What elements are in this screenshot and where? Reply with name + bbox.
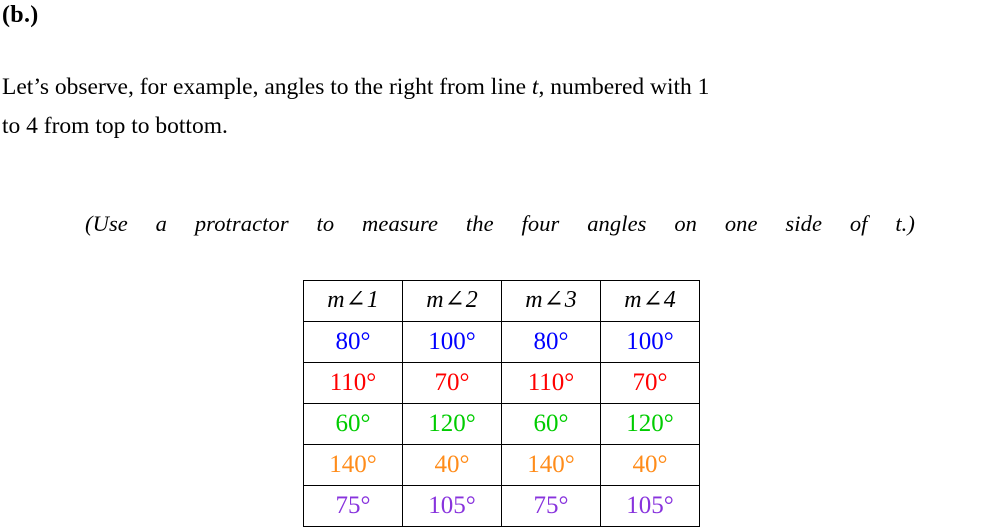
intro-paragraph: Let’s observe, for example, angles to th…: [2, 68, 995, 146]
part-label: (b.): [2, 2, 39, 28]
angle-cell[interactable]: 60°: [501, 403, 601, 445]
column-header-m-angle-1: m∠1: [303, 280, 403, 322]
angle-cell[interactable]: 100°: [402, 321, 502, 363]
angle-cell[interactable]: 60°: [303, 403, 403, 445]
column-header-m-angle-3: m∠3: [501, 280, 601, 322]
angle-symbol-icon-1: ∠: [345, 287, 366, 313]
header-n-3: 3: [564, 287, 577, 313]
angle-cell[interactable]: 75°: [501, 485, 601, 527]
header-m-2: m: [426, 287, 444, 313]
angle-cell[interactable]: 120°: [600, 403, 700, 445]
angle-cell[interactable]: 110°: [501, 362, 601, 404]
angle-cell[interactable]: 75°: [303, 485, 403, 527]
angle-cell[interactable]: 110°: [303, 362, 403, 404]
angle-cell[interactable]: 100°: [600, 321, 700, 363]
angle-symbol-icon-4: ∠: [642, 287, 663, 313]
table-row: 80° 100° 80° 100°: [303, 321, 700, 363]
angle-cell[interactable]: 105°: [600, 485, 700, 527]
angle-symbol-icon-2: ∠: [444, 287, 465, 313]
angle-cell[interactable]: 40°: [600, 444, 700, 486]
header-n-4: 4: [663, 287, 676, 313]
intro-line2: to 4 from top to bottom.: [2, 113, 228, 139]
column-header-m-angle-2: m∠2: [402, 280, 502, 322]
column-header-m-angle-4: m∠4: [600, 280, 700, 322]
angle-cell[interactable]: 80°: [501, 321, 601, 363]
header-n-2: 2: [465, 287, 478, 313]
angle-symbol-icon-3: ∠: [543, 287, 564, 313]
table-row: 75° 105° 75° 105°: [303, 485, 700, 527]
table-row: 110° 70° 110° 70°: [303, 362, 700, 404]
header-m-4: m: [624, 287, 642, 313]
angle-cell[interactable]: 140°: [501, 444, 601, 486]
table-header-row: m∠1 m∠2 m∠3 m∠4: [303, 280, 700, 322]
angle-cell[interactable]: 70°: [600, 362, 700, 404]
angle-cell[interactable]: 40°: [402, 444, 502, 486]
angle-cell[interactable]: 120°: [402, 403, 502, 445]
protractor-instruction-note: (Use a protractor to measure the four an…: [85, 211, 915, 236]
intro-line1-pre: Let’s observe, for example, angles to th…: [2, 74, 532, 100]
table-row: 140° 40° 140° 40°: [303, 444, 700, 486]
angle-cell[interactable]: 105°: [402, 485, 502, 527]
header-m-3: m: [525, 287, 543, 313]
angle-cell[interactable]: 140°: [303, 444, 403, 486]
angle-measurements-table: m∠1 m∠2 m∠3 m∠4 80° 100° 80° 100° 110° 7…: [303, 280, 700, 527]
header-n-1: 1: [366, 287, 379, 313]
header-m-1: m: [327, 287, 345, 313]
angle-cell[interactable]: 70°: [402, 362, 502, 404]
angle-cell[interactable]: 80°: [303, 321, 403, 363]
table-row: 60° 120° 60° 120°: [303, 403, 700, 445]
intro-line1-post: , numbered with 1: [538, 74, 710, 100]
